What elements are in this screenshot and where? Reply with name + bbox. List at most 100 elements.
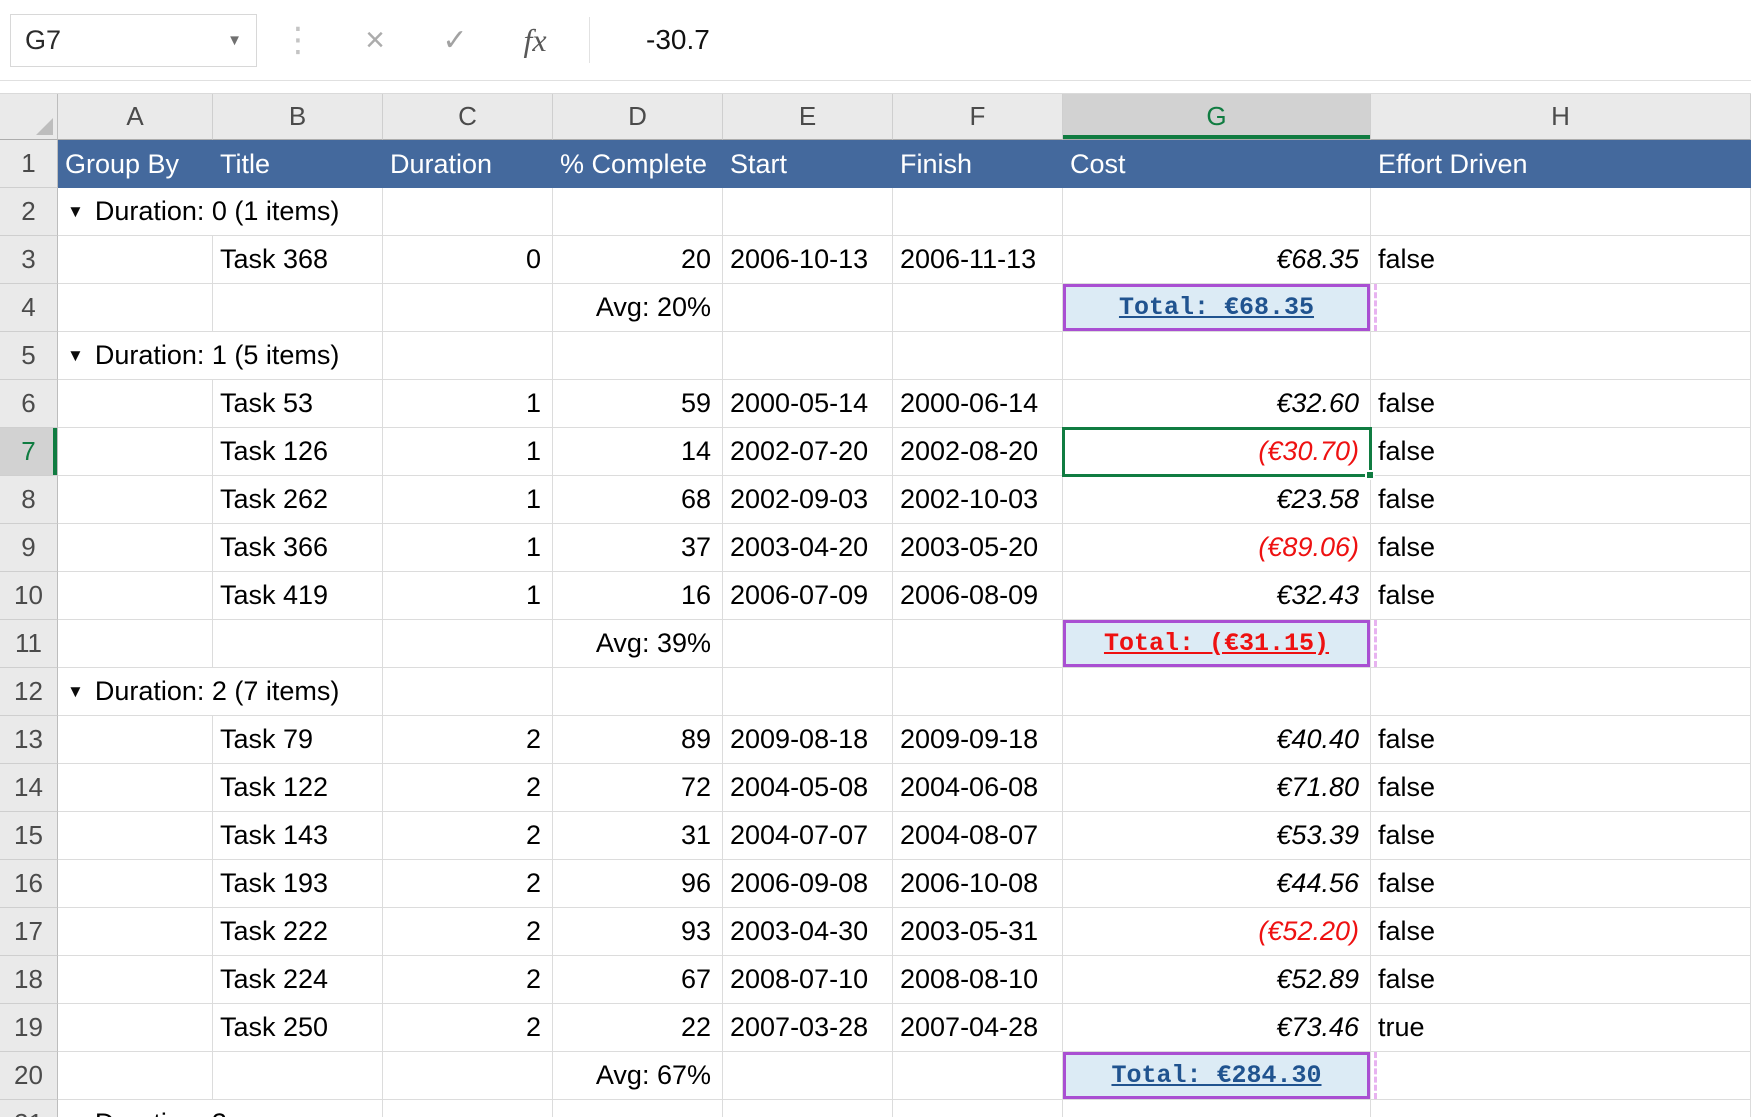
effort-driven-cell[interactable]: false [1371,572,1751,620]
formula-input[interactable]: -30.7 [590,24,1751,56]
cost-cell[interactable]: (€89.06) [1063,524,1371,572]
insert-function-icon[interactable]: fx [495,22,575,59]
row-header-18[interactable]: 18 [0,956,58,1004]
empty-cell-h11[interactable] [1371,620,1751,668]
empty-cell-g12[interactable] [1063,668,1371,716]
row-header-11[interactable]: 11 [0,620,58,668]
empty-cell-h12[interactable] [1371,668,1751,716]
cost-cell[interactable]: €71.80 [1063,764,1371,812]
effort-driven-cell[interactable]: false [1371,380,1751,428]
cost-cell[interactable]: €32.43 [1063,572,1371,620]
pct-complete-cell[interactable]: 31 [553,812,723,860]
cost-cell[interactable]: €44.56 [1063,860,1371,908]
column-header-h[interactable]: H [1371,94,1751,140]
start-cell[interactable]: 2000-05-14 [723,380,893,428]
title-cell[interactable]: Task 224 [213,956,383,1004]
title-cell[interactable]: Task 193 [213,860,383,908]
start-cell[interactable]: 2006-10-13 [723,236,893,284]
total-cell[interactable]: Total: (€31.15) [1063,620,1371,668]
duration-cell[interactable]: 2 [383,1004,553,1052]
start-cell[interactable]: 2009-08-18 [723,716,893,764]
group-header-cell[interactable]: ▼Duration: 2 (7 items) [58,668,383,716]
empty-cell-c12[interactable] [383,668,553,716]
row-header-13[interactable]: 13 [0,716,58,764]
empty-cell-a17[interactable] [58,908,213,956]
row-header-8[interactable]: 8 [0,476,58,524]
start-cell[interactable]: 2004-05-08 [723,764,893,812]
finish-cell[interactable]: 2002-08-20 [893,428,1063,476]
total-cell[interactable]: Total: €68.35 [1063,284,1371,332]
duration-cell[interactable]: 1 [383,380,553,428]
empty-cell-a3[interactable] [58,236,213,284]
pct-complete-cell[interactable]: 14 [553,428,723,476]
group-header-cell[interactable]: ▼Duration: 3 [58,1100,383,1117]
empty-cell-b4[interactable] [213,284,383,332]
empty-cell-d21[interactable] [553,1100,723,1117]
empty-cell-c2[interactable] [383,188,553,236]
pct-complete-cell[interactable]: 68 [553,476,723,524]
empty-cell-a10[interactable] [58,572,213,620]
pct-complete-cell[interactable]: 72 [553,764,723,812]
start-cell[interactable]: 2003-04-20 [723,524,893,572]
title-cell[interactable]: Task 366 [213,524,383,572]
cost-cell[interactable]: €23.58 [1063,476,1371,524]
finish-cell[interactable]: 2007-04-28 [893,1004,1063,1052]
group-header-cell[interactable]: ▼Duration: 1 (5 items) [58,332,383,380]
title-cell[interactable]: Task 222 [213,908,383,956]
pct-complete-cell[interactable]: 67 [553,956,723,1004]
empty-cell-e12[interactable] [723,668,893,716]
row-header-6[interactable]: 6 [0,380,58,428]
collapse-triangle-icon[interactable]: ▼ [67,682,84,702]
duration-cell[interactable]: 2 [383,860,553,908]
effort-driven-cell[interactable]: true [1371,1004,1751,1052]
column-header-c[interactable]: C [383,94,553,140]
collapse-triangle-icon[interactable]: ▼ [67,346,84,366]
empty-cell-c4[interactable] [383,284,553,332]
title-cell[interactable]: Task 143 [213,812,383,860]
effort-driven-cell[interactable]: false [1371,476,1751,524]
pct-complete-cell[interactable]: 89 [553,716,723,764]
confirm-icon[interactable]: ✓ [415,23,495,58]
duration-cell[interactable]: 2 [383,716,553,764]
avg-cell[interactable]: Avg: 67% [553,1052,723,1100]
finish-cell[interactable]: 2006-11-13 [893,236,1063,284]
effort-driven-cell[interactable]: false [1371,764,1751,812]
empty-cell-d2[interactable] [553,188,723,236]
empty-cell-c21[interactable] [383,1100,553,1117]
empty-cell-a4[interactable] [58,284,213,332]
effort-driven-cell[interactable]: false [1371,524,1751,572]
duration-cell[interactable]: 2 [383,908,553,956]
avg-cell[interactable]: Avg: 39% [553,620,723,668]
effort-driven-cell[interactable]: false [1371,860,1751,908]
finish-cell[interactable]: 2003-05-31 [893,908,1063,956]
empty-cell-f4[interactable] [893,284,1063,332]
row-header-21[interactable]: 21 [0,1100,58,1117]
empty-cell-f2[interactable] [893,188,1063,236]
row-header-12[interactable]: 12 [0,668,58,716]
pct-complete-cell[interactable]: 59 [553,380,723,428]
empty-cell-e5[interactable] [723,332,893,380]
duration-cell[interactable]: 1 [383,524,553,572]
effort-driven-cell[interactable]: false [1371,716,1751,764]
empty-cell-f21[interactable] [893,1100,1063,1117]
group-header-cell[interactable]: ▼Duration: 0 (1 items) [58,188,383,236]
empty-cell-a6[interactable] [58,380,213,428]
empty-cell-a20[interactable] [58,1052,213,1100]
title-cell[interactable]: Task 53 [213,380,383,428]
empty-cell-f11[interactable] [893,620,1063,668]
collapse-triangle-icon[interactable]: ▼ [67,1114,84,1117]
finish-cell[interactable]: 2008-08-10 [893,956,1063,1004]
empty-cell-e4[interactable] [723,284,893,332]
column-header-d[interactable]: D [553,94,723,140]
row-header-15[interactable]: 15 [0,812,58,860]
finish-cell[interactable]: 2003-05-20 [893,524,1063,572]
finish-cell[interactable]: 2006-10-08 [893,860,1063,908]
title-cell[interactable]: Task 126 [213,428,383,476]
pct-complete-cell[interactable]: 37 [553,524,723,572]
empty-cell-h4[interactable] [1371,284,1751,332]
start-cell[interactable]: 2004-07-07 [723,812,893,860]
column-header-g[interactable]: G [1063,94,1371,140]
finish-cell[interactable]: 2002-10-03 [893,476,1063,524]
start-cell[interactable]: 2008-07-10 [723,956,893,1004]
cost-cell[interactable]: €32.60 [1063,380,1371,428]
